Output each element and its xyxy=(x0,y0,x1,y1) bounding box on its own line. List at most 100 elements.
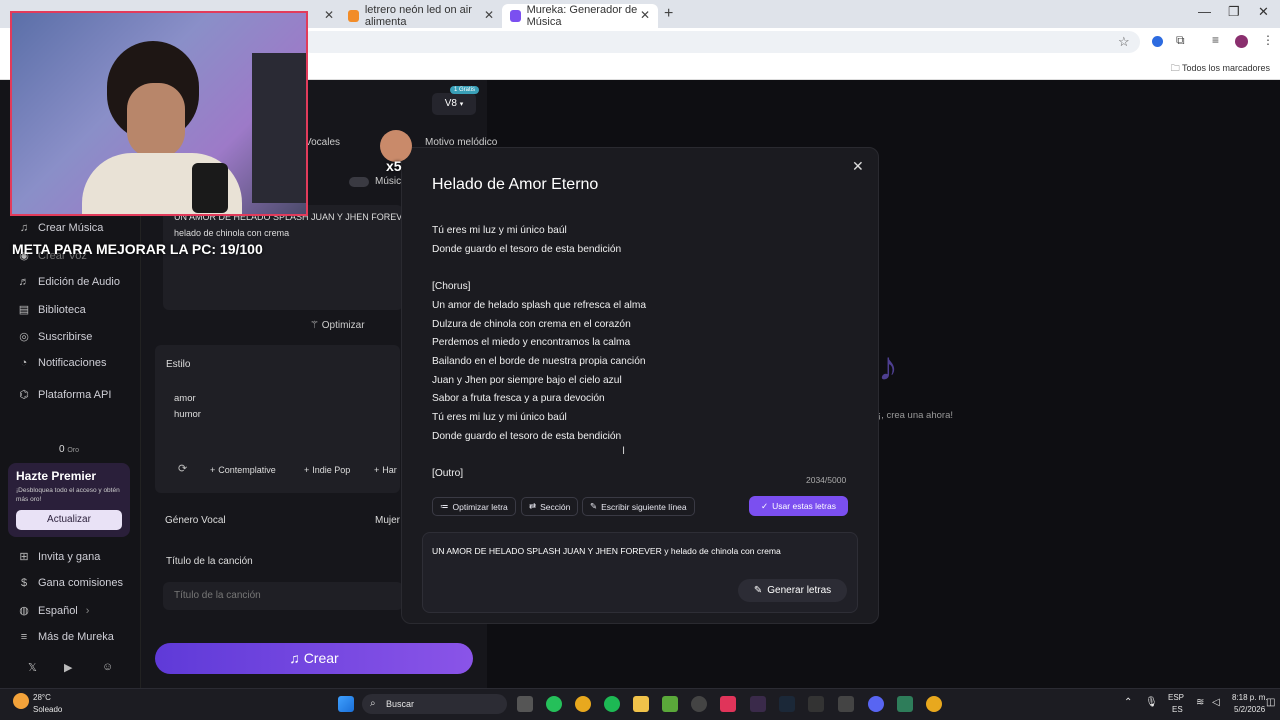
vocal-value[interactable]: Mujer xyxy=(375,515,400,526)
lyric-line: [Outro] xyxy=(432,468,464,479)
section-button[interactable]: ⇄ Sección xyxy=(521,497,579,516)
task-view-icon[interactable] xyxy=(517,696,533,712)
plus-icon: + xyxy=(210,465,216,475)
avatar[interactable] xyxy=(1235,35,1248,48)
windows-start-icon[interactable] xyxy=(338,696,354,712)
dollar-icon: $ xyxy=(20,577,28,589)
premium-card: Hazte Premier ¡Desbloquea todo el acceso… xyxy=(8,463,130,537)
notification-icon[interactable]: ◫ xyxy=(1266,697,1275,708)
close-icon[interactable]: ✕ xyxy=(640,8,650,22)
clock-time[interactable]: 8:18 p. m. xyxy=(1232,693,1268,702)
music-toggle-label: Músic xyxy=(375,176,402,187)
style-chip[interactable]: + Indie Pop xyxy=(300,462,354,478)
optimize-icon: ≔ xyxy=(440,501,449,511)
puzzle-icon[interactable]: ⧉ xyxy=(1176,33,1185,48)
chevron-down-icon: ▾ xyxy=(459,101,464,108)
style-chip[interactable]: + Har xyxy=(370,462,401,478)
version-select[interactable]: V8 ▾ xyxy=(432,93,476,115)
volume-icon[interactable]: ◁ xyxy=(1212,697,1220,708)
maximize-icon[interactable]: ❐ xyxy=(1228,4,1240,20)
lyrics-line: helado de chinola con crema xyxy=(174,228,290,238)
discord-icon[interactable]: ☺ xyxy=(102,661,113,673)
bell-icon: ◔ xyxy=(20,357,28,369)
weather-icon[interactable] xyxy=(13,693,29,709)
steam-icon[interactable] xyxy=(779,696,795,712)
chevron-up-icon[interactable]: ⌃ xyxy=(1124,697,1132,708)
app-icon[interactable] xyxy=(691,696,707,712)
music-toggle[interactable] xyxy=(349,177,369,187)
upgrade-button[interactable]: Actualizar xyxy=(16,510,122,530)
close-icon[interactable]: ✕ xyxy=(324,8,334,22)
music-icon: ♫ xyxy=(19,222,29,234)
chrome-icon[interactable] xyxy=(575,696,591,712)
spotify-icon[interactable] xyxy=(604,696,620,712)
tab-vocales[interactable]: Vocales xyxy=(305,137,340,148)
sidebar-item-more[interactable]: ≡ Más de Mureka xyxy=(18,631,114,643)
optimize-button[interactable]: ⚚ Optimizar xyxy=(310,320,365,331)
lyric-line: Tú eres mi luz y mi único baúl xyxy=(432,412,567,423)
credits: 0 Oro xyxy=(59,444,80,455)
new-tab-button[interactable]: + xyxy=(664,5,673,23)
prompt-text: UN AMOR DE HELADO SPLASH JUAN Y JHEN FOR… xyxy=(432,546,781,556)
weather-desc[interactable]: Soleado xyxy=(33,705,62,714)
sidebar-item-crear-musica[interactable]: ♫ Crear Música xyxy=(18,222,104,234)
sidebar-item-invite[interactable]: ⊞ Invita y gana xyxy=(18,550,100,564)
more-icon[interactable]: ⋮ xyxy=(1262,33,1274,47)
whatsapp-icon[interactable] xyxy=(546,696,562,712)
search-icon: ⌕ xyxy=(370,698,376,709)
next-line-button[interactable]: ✎ Escribir siguiente línea xyxy=(582,497,695,516)
person-face xyxy=(127,83,185,158)
minimize-icon[interactable]: — xyxy=(1198,4,1211,19)
discord-icon[interactable] xyxy=(868,696,884,712)
all-bookmarks[interactable]: 🗀 Todos los marcadores xyxy=(1171,61,1270,77)
browser-tab[interactable]: letrero neón led on air alimenta ✕ xyxy=(340,4,502,28)
tiktok-icon[interactable] xyxy=(720,696,736,712)
sidebar-item-api[interactable]: ⌬ Plataforma API xyxy=(18,388,111,402)
close-icon[interactable]: ✕ xyxy=(484,8,494,22)
browser-tab[interactable]: ✕ xyxy=(310,4,340,28)
sidebar-item-language[interactable]: ◍ Español › xyxy=(18,604,89,618)
browser-tab-active[interactable]: Mureka: Generador de Música ✕ xyxy=(502,4,658,28)
sidebar-item-commissions[interactable]: $ Gana comisiones xyxy=(18,577,123,589)
lang-2[interactable]: ES xyxy=(1172,705,1183,714)
refresh-icon[interactable]: ⟳ xyxy=(178,462,187,475)
tab-label: Mureka: Generador de Música xyxy=(526,4,638,28)
app-icon[interactable] xyxy=(838,696,854,712)
weather-temp[interactable]: 28°C xyxy=(33,693,51,702)
style-chip[interactable]: + Contemplative xyxy=(206,462,280,478)
extension-icon[interactable] xyxy=(1152,36,1163,47)
generate-lyrics-button[interactable]: ✎ Generar letras xyxy=(738,579,847,602)
optimize-lyrics-button[interactable]: ≔ Optimizar letra xyxy=(432,497,516,516)
modal-title: Helado de Amor Eterno xyxy=(432,176,599,193)
sidebar-item-notificaciones[interactable]: ◔ Notificaciones xyxy=(18,357,107,369)
star-icon[interactable]: ☆ xyxy=(1118,34,1130,50)
x-icon[interactable]: 𝕏 xyxy=(28,661,37,674)
wifi-icon[interactable]: ≋ xyxy=(1196,697,1204,708)
char-count: 2034/5000 xyxy=(806,475,847,485)
close-window-icon[interactable]: ✕ xyxy=(1258,4,1269,20)
empty-hint: ¡, crea una ahora! xyxy=(878,410,953,421)
use-lyrics-button[interactable]: ✓ Usar estas letras xyxy=(749,496,848,516)
sidebar-item-edicion[interactable]: ♬ Edición de Audio xyxy=(18,276,120,288)
clock-date[interactable]: 5/2/2026 xyxy=(1234,705,1265,714)
app-icon[interactable] xyxy=(897,696,913,712)
omnibox[interactable] xyxy=(300,31,1140,53)
sidebar-item-biblioteca[interactable]: ▤ Biblioteca xyxy=(18,303,86,317)
app-icon[interactable] xyxy=(750,696,766,712)
create-button[interactable]: ♫ Crear xyxy=(155,643,473,674)
file-explorer-icon[interactable] xyxy=(633,696,649,712)
api-icon: ⌬ xyxy=(19,389,29,401)
webcam-overlay xyxy=(10,11,308,216)
youtube-icon[interactable]: ▶ xyxy=(64,661,72,674)
mic-tray-icon[interactable]: 🎙 xyxy=(1145,697,1158,708)
app-icon[interactable] xyxy=(808,696,824,712)
lang-1[interactable]: ESP xyxy=(1168,693,1184,702)
chrome-icon[interactable] xyxy=(926,696,942,712)
minecraft-icon[interactable] xyxy=(662,696,678,712)
lyric-line: Un amor de helado splash que refresca el… xyxy=(432,300,647,311)
reading-list-icon[interactable]: ≡ xyxy=(1212,33,1219,47)
close-icon[interactable]: ✕ xyxy=(852,158,864,175)
taskbar-search[interactable] xyxy=(362,694,507,714)
sidebar-item-suscribirse[interactable]: ◎ Suscribirse xyxy=(18,330,92,344)
wand-icon: ⚚ xyxy=(310,320,322,331)
